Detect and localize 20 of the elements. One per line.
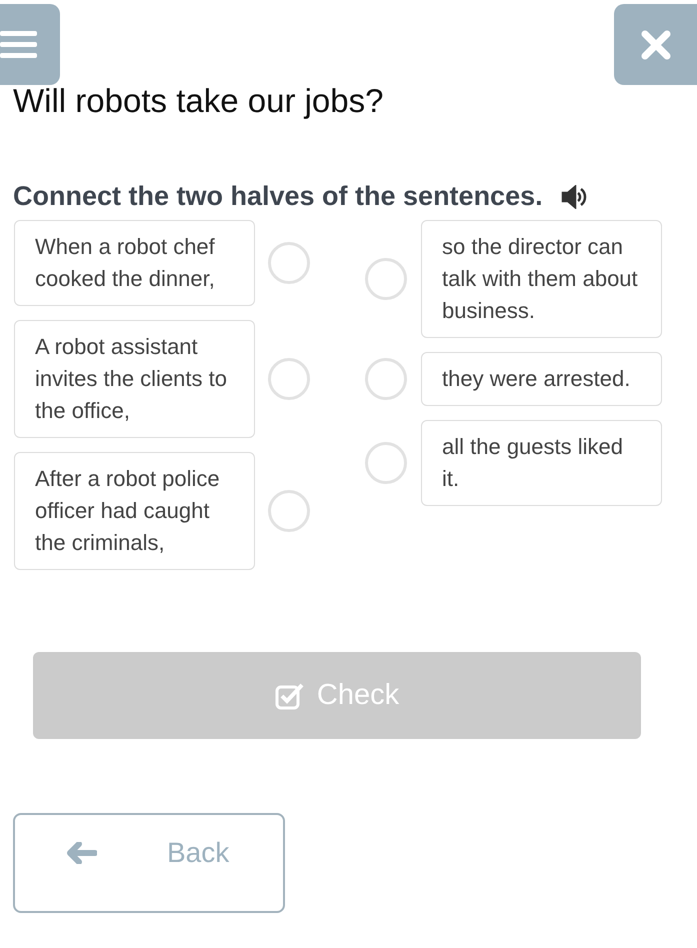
radio-button[interactable] [268, 490, 310, 532]
speaker-icon[interactable] [560, 184, 589, 208]
page-title: Will robots take our jobs? [12, 81, 384, 121]
menu-button[interactable] [0, 4, 60, 85]
radio-button[interactable] [268, 358, 310, 400]
close-button[interactable] [614, 4, 697, 85]
sentence-card[interactable]: so the director can talk with them about business. [421, 220, 662, 338]
radio-button[interactable] [268, 242, 310, 284]
instruction-text: Connect the two halves of the sentences. [13, 181, 543, 212]
checkbox-icon [274, 682, 305, 710]
radio-button[interactable] [365, 358, 407, 400]
sentence-card[interactable]: When a robot chef cooked the dinner, [14, 220, 255, 306]
sentence-card[interactable]: they were arrested. [421, 352, 662, 406]
sentence-card[interactable]: After a robot police officer had caught the criminals, [14, 452, 255, 570]
radio-button[interactable] [365, 442, 407, 484]
radio-button[interactable] [365, 258, 407, 300]
close-icon [640, 30, 670, 60]
arrow-left-icon [67, 842, 97, 864]
sentence-card[interactable]: all the guests liked it. [421, 420, 662, 506]
sentence-card[interactable]: A robot assistant invites the clients to the office, [14, 320, 255, 438]
